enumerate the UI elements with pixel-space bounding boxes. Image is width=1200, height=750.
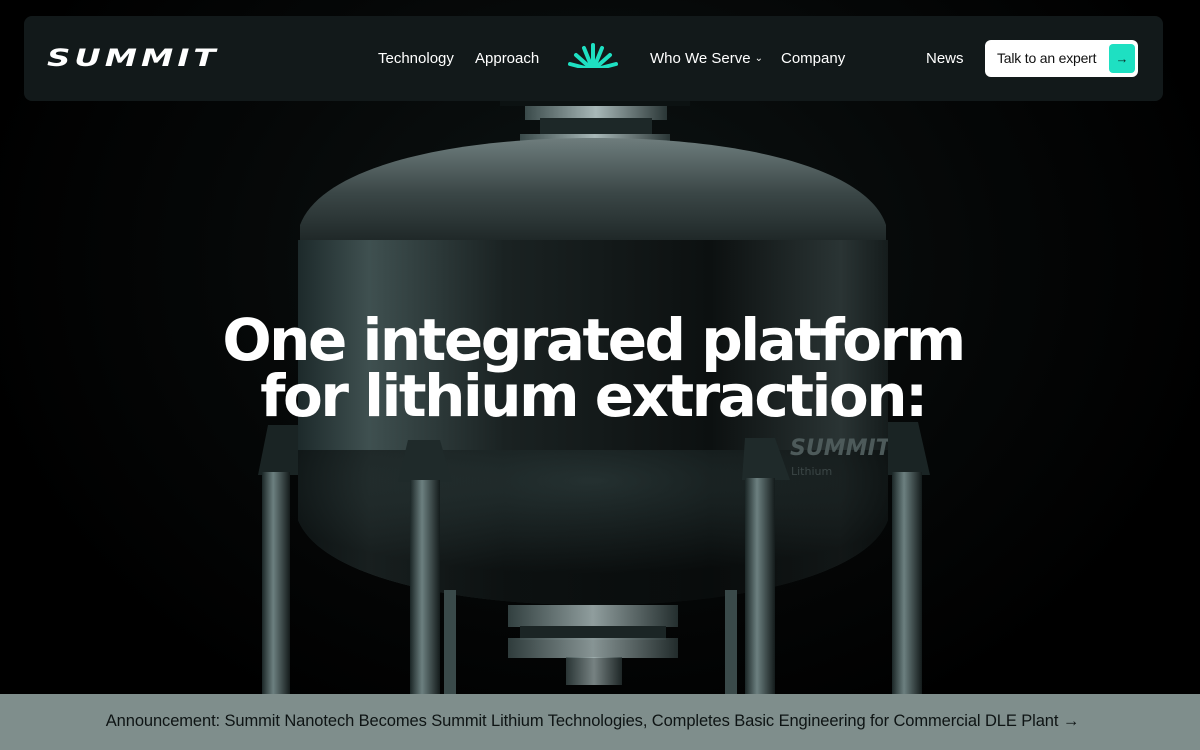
chevron-down-icon: ⌄ (754, 53, 763, 64)
arrow-right-icon: → (1109, 44, 1135, 73)
nav-link-company[interactable]: Company (781, 50, 845, 67)
summit-logo[interactable]: SUMMIT (47, 44, 220, 72)
headline-line-2: for lithium extraction: (260, 362, 928, 430)
announcement-banner[interactable]: Announcement: Summit Nanotech Becomes Su… (0, 694, 1200, 750)
top-navigation: SUMMIT Technology Approach Who We Serve ⌄… (24, 16, 1163, 101)
hero-headline: One integrated platform for lithium extr… (180, 306, 1006, 430)
talk-to-expert-button[interactable]: Talk to an expert → (985, 40, 1138, 77)
announcement-text: Announcement: Summit Nanotech Becomes Su… (105, 712, 1080, 730)
nav-link-who-we-serve[interactable]: Who We Serve ⌄ (650, 50, 763, 67)
sunburst-logo-icon[interactable] (567, 42, 619, 74)
nav-link-technology[interactable]: Technology (378, 50, 454, 67)
nav-link-approach[interactable]: Approach (475, 50, 539, 67)
vessel-brand-text: SUMMIT (790, 436, 893, 461)
cta-label: Talk to an expert (997, 50, 1097, 66)
nav-link-news[interactable]: News (926, 50, 964, 67)
who-we-serve-label: Who We Serve (650, 50, 751, 67)
headline-line-1: One integrated platform (222, 306, 966, 374)
vessel-sub-text: Lithium (791, 465, 832, 478)
